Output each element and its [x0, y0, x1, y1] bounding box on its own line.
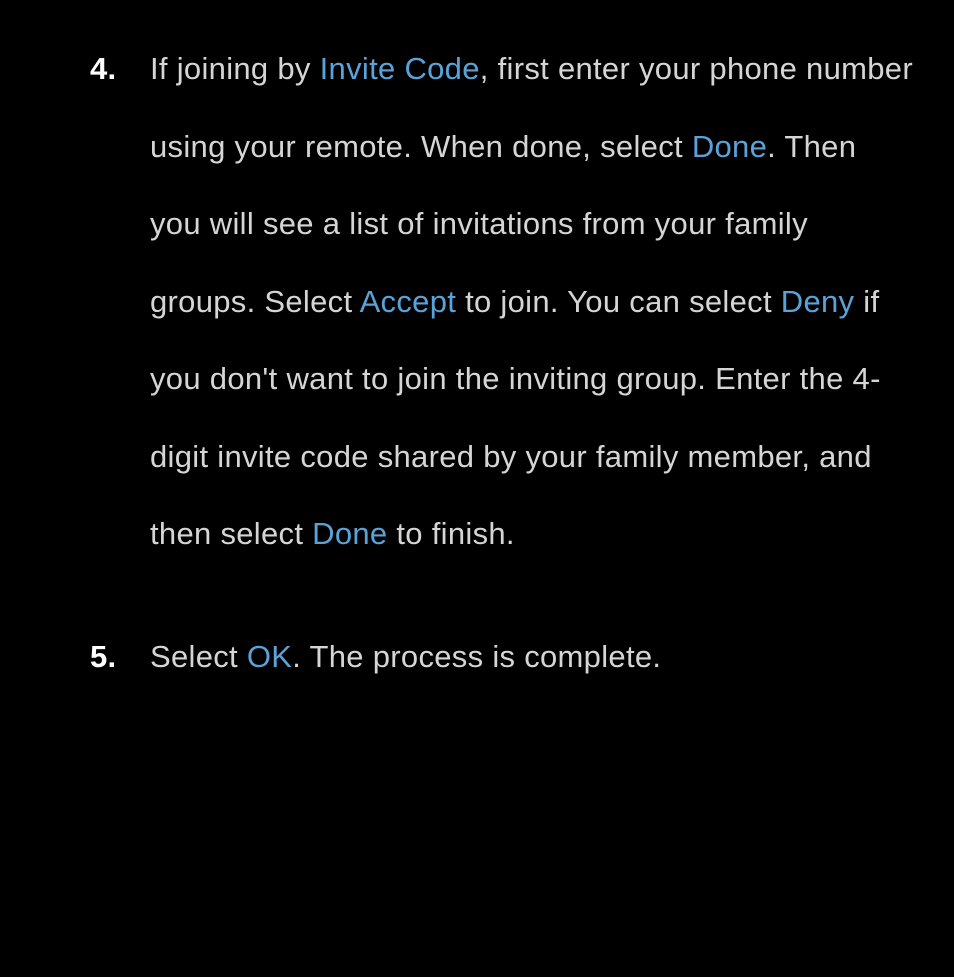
step-4-text-6: to finish. [387, 516, 514, 551]
highlight-deny: Deny [781, 284, 855, 319]
step-4: If joining by Invite Code, first enter y… [90, 30, 914, 573]
step-5: Select OK. The process is complete. [90, 618, 914, 696]
highlight-done-1: Done [692, 129, 767, 164]
step-4-text-5: if you don't want to join the inviting g… [150, 284, 881, 552]
step-5-text-2: . The process is complete. [292, 639, 661, 674]
instruction-list: If joining by Invite Code, first enter y… [90, 30, 914, 695]
step-4-text-4: to join. You can select [456, 284, 781, 319]
highlight-invite-code: Invite Code [320, 51, 480, 86]
highlight-ok: OK [247, 639, 292, 674]
highlight-accept: Accept [360, 284, 457, 319]
step-4-text-1: If joining by [150, 51, 320, 86]
step-5-text-1: Select [150, 639, 247, 674]
highlight-done-2: Done [312, 516, 387, 551]
